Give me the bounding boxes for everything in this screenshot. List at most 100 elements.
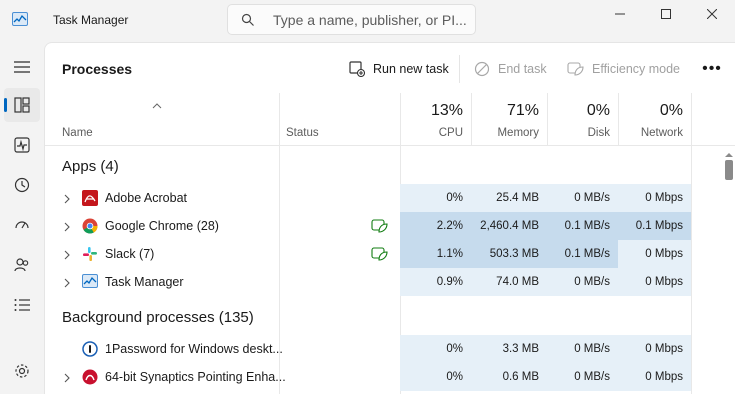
column-disk[interactable]: 0% Disk bbox=[547, 93, 618, 146]
disk-value: 0 MB/s bbox=[547, 335, 618, 363]
network-value: 0 Mbps bbox=[618, 363, 691, 391]
cpu-value: 0% bbox=[400, 335, 471, 363]
left-nav bbox=[0, 42, 44, 394]
startup-icon bbox=[15, 221, 29, 229]
search-icon bbox=[241, 13, 255, 27]
chevron-right-icon[interactable] bbox=[64, 372, 70, 386]
cpu-total: 13% bbox=[430, 102, 463, 119]
chevron-right-icon[interactable] bbox=[64, 193, 70, 207]
efficiency-leaf-icon bbox=[371, 246, 389, 265]
chrome-icon bbox=[82, 218, 98, 234]
end-task-label: End task bbox=[498, 62, 547, 76]
search-box[interactable] bbox=[227, 4, 476, 35]
column-network[interactable]: 0% Network bbox=[618, 93, 691, 146]
efficiency-mode-label: Efficiency mode bbox=[592, 62, 681, 76]
process-name: Slack (7) bbox=[105, 247, 155, 261]
close-button[interactable] bbox=[689, 0, 735, 28]
process-row[interactable]: 1Password for Windows deskt... 0% 3.3 MB 0 … bbox=[45, 335, 720, 363]
toolbar: Processes Run new task End task Efficien… bbox=[45, 43, 735, 93]
process-row[interactable]: 64-bit Synaptics Pointing Enha... 0% 0.6 M… bbox=[45, 363, 720, 391]
title-bar: Task Manager bbox=[0, 0, 735, 42]
column-cpu[interactable]: 13% CPU bbox=[400, 93, 471, 146]
chevron-right-icon[interactable] bbox=[64, 277, 70, 291]
disk-total: 0% bbox=[586, 102, 610, 119]
disk-value: 0 MB/s bbox=[547, 363, 618, 391]
network-label: Network bbox=[640, 127, 683, 139]
minimize-button[interactable] bbox=[597, 0, 643, 28]
memory-total: 71% bbox=[506, 102, 539, 119]
network-value: 0 Mbps bbox=[618, 240, 691, 268]
section-row-cell bbox=[547, 307, 618, 335]
column-name[interactable]: Name bbox=[62, 127, 93, 139]
cpu-label: CPU bbox=[438, 127, 463, 139]
gear-icon bbox=[15, 364, 29, 378]
nav-app-history[interactable] bbox=[4, 168, 40, 202]
column-header-row: Name Status 13% CPU 71% Memory 0% Disk 0… bbox=[45, 93, 735, 146]
process-row[interactable]: Task Manager 0.9% 74.0 MB 0 MB/s 0 Mbps bbox=[45, 268, 720, 296]
nav-performance[interactable] bbox=[4, 128, 40, 162]
nav-processes[interactable] bbox=[4, 88, 40, 122]
process-name: Adobe Acrobat bbox=[105, 191, 188, 205]
background-section-heading[interactable]: Background processes (135) bbox=[62, 309, 254, 326]
cpu-value: 1.1% bbox=[400, 240, 471, 268]
chevron-right-icon[interactable] bbox=[64, 249, 70, 263]
chevron-right-icon[interactable] bbox=[64, 221, 70, 235]
memory-value: 2,460.4 MB bbox=[471, 212, 547, 240]
cpu-value: 0% bbox=[400, 363, 471, 391]
users-icon bbox=[14, 258, 29, 272]
nav-startup-apps[interactable] bbox=[4, 208, 40, 242]
section-row-cell bbox=[471, 156, 547, 184]
column-memory[interactable]: 71% Memory bbox=[471, 93, 547, 146]
cpu-value: 0% bbox=[400, 184, 471, 212]
processes-panel: Processes Run new task End task Efficien… bbox=[44, 42, 735, 394]
search-input[interactable] bbox=[273, 11, 471, 29]
network-value: 0.1 Mbps bbox=[618, 212, 691, 240]
acrobat-icon bbox=[82, 190, 98, 206]
page-title: Processes bbox=[62, 61, 133, 77]
network-value: 0 Mbps bbox=[618, 268, 691, 296]
1password-icon bbox=[82, 341, 98, 357]
process-name: Task Manager bbox=[105, 275, 184, 289]
nav-settings[interactable] bbox=[4, 354, 40, 388]
nav-details[interactable] bbox=[4, 288, 40, 322]
close-icon bbox=[707, 9, 717, 19]
run-new-task-label: Run new task bbox=[373, 62, 449, 76]
nav-menu-button[interactable] bbox=[4, 50, 40, 84]
scroll-up-arrow-icon[interactable] bbox=[724, 147, 734, 161]
disk-value: 0 MB/s bbox=[547, 184, 618, 212]
run-new-task-button[interactable]: Run new task bbox=[349, 58, 449, 80]
section-row-cell bbox=[618, 307, 691, 335]
memory-value: 3.3 MB bbox=[471, 335, 547, 363]
memory-value: 74.0 MB bbox=[471, 268, 547, 296]
column-status[interactable]: Status bbox=[286, 127, 319, 139]
end-task-button[interactable]: End task bbox=[474, 58, 547, 80]
nav-users[interactable] bbox=[4, 248, 40, 282]
maximize-button[interactable] bbox=[643, 0, 689, 28]
more-options-button[interactable]: ••• bbox=[697, 58, 727, 80]
disk-value: 0.1 MB/s bbox=[547, 212, 618, 240]
section-row-cell bbox=[547, 156, 618, 184]
run-task-icon bbox=[349, 61, 365, 77]
synaptics-icon bbox=[82, 369, 98, 385]
slack-icon bbox=[82, 246, 98, 262]
network-value: 0 Mbps bbox=[618, 335, 691, 363]
process-name: Google Chrome (28) bbox=[105, 219, 219, 233]
process-name: 64-bit Synaptics Pointing Enha... bbox=[105, 370, 286, 384]
cpu-value: 2.2% bbox=[400, 212, 471, 240]
process-row[interactable]: Slack (7) 1.1% 503.3 MB 0.1 MB/s 0 Mbps bbox=[45, 240, 720, 268]
end-task-icon bbox=[474, 61, 490, 77]
process-row[interactable]: Adobe Acrobat 0% 25.4 MB 0 MB/s 0 Mbps bbox=[45, 184, 720, 212]
section-row-cell bbox=[618, 156, 691, 184]
leaf-icon bbox=[567, 62, 584, 76]
sort-caret-icon bbox=[152, 98, 162, 112]
memory-value: 0.6 MB bbox=[471, 363, 547, 391]
vertical-scrollbar-thumb[interactable] bbox=[725, 160, 733, 180]
process-name: 1Password for Windows deskt... bbox=[105, 342, 283, 356]
apps-section-heading[interactable]: Apps (4) bbox=[62, 158, 119, 175]
efficiency-mode-button[interactable]: Efficiency mode bbox=[567, 58, 680, 80]
network-total: 0% bbox=[659, 102, 683, 119]
details-icon bbox=[14, 299, 30, 311]
process-row[interactable]: Google Chrome (28) 2.2% 2,460.4 MB 0.1 MB/s… bbox=[45, 212, 720, 240]
processes-icon bbox=[14, 97, 30, 113]
disk-label: Disk bbox=[587, 127, 610, 139]
